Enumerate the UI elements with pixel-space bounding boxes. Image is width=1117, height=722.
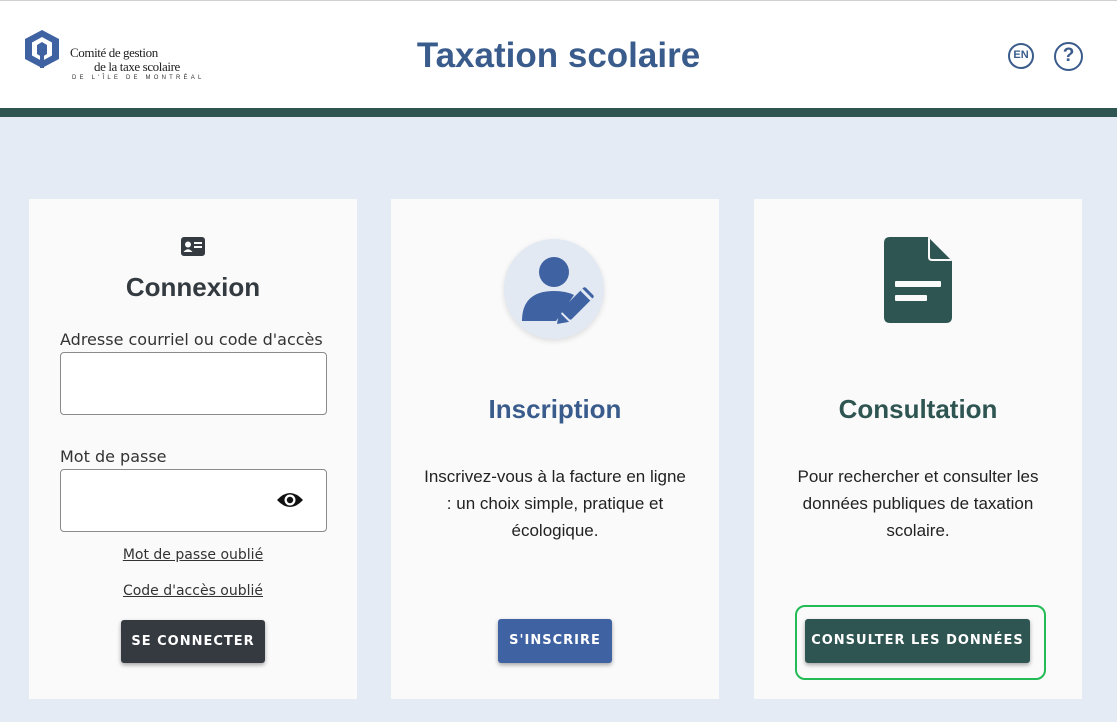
password-label: Mot de passe — [60, 447, 167, 466]
inscription-title: Inscription — [488, 394, 622, 424]
email-field[interactable] — [60, 352, 327, 415]
id-card-icon — [181, 237, 205, 256]
forgot-password-link[interactable]: Mot de passe oublié — [29, 547, 357, 563]
header-divider-bar — [0, 108, 1117, 117]
consultation-card: Consultation Pour rechercher et consulte… — [754, 199, 1082, 699]
consultation-title: Consultation — [838, 394, 998, 424]
language-toggle-button[interactable]: EN — [1008, 43, 1034, 69]
help-button[interactable]: ? — [1054, 42, 1083, 71]
login-title: Connexion — [125, 272, 261, 302]
consultation-description: Pour rechercher et consulter les données… — [797, 467, 1039, 540]
consult-data-button[interactable]: CONSULTER LES DONNÉES — [805, 619, 1030, 663]
document-icon — [884, 237, 952, 323]
signup-button[interactable]: S'INSCRIRE — [498, 619, 612, 663]
page-title: Taxation scolaire — [416, 36, 701, 75]
inscription-description: Inscrivez-vous à la facture en ligne : u… — [424, 467, 686, 540]
user-edit-icon — [504, 239, 604, 339]
email-label: Adresse courriel ou code d'accès — [60, 330, 323, 349]
login-card: Connexion Adresse courriel ou code d'acc… — [29, 199, 357, 699]
inscription-card: Inscription Inscrivez-vous à la facture … — [391, 199, 719, 699]
password-field[interactable] — [60, 469, 327, 532]
forgot-access-code-link[interactable]: Code d'accès oublié — [29, 583, 357, 599]
site-header: Comité de gestion de la taxe scolaire DE… — [0, 0, 1117, 108]
login-button[interactable]: SE CONNECTER — [121, 620, 265, 663]
show-password-eye-icon[interactable] — [276, 490, 304, 510]
